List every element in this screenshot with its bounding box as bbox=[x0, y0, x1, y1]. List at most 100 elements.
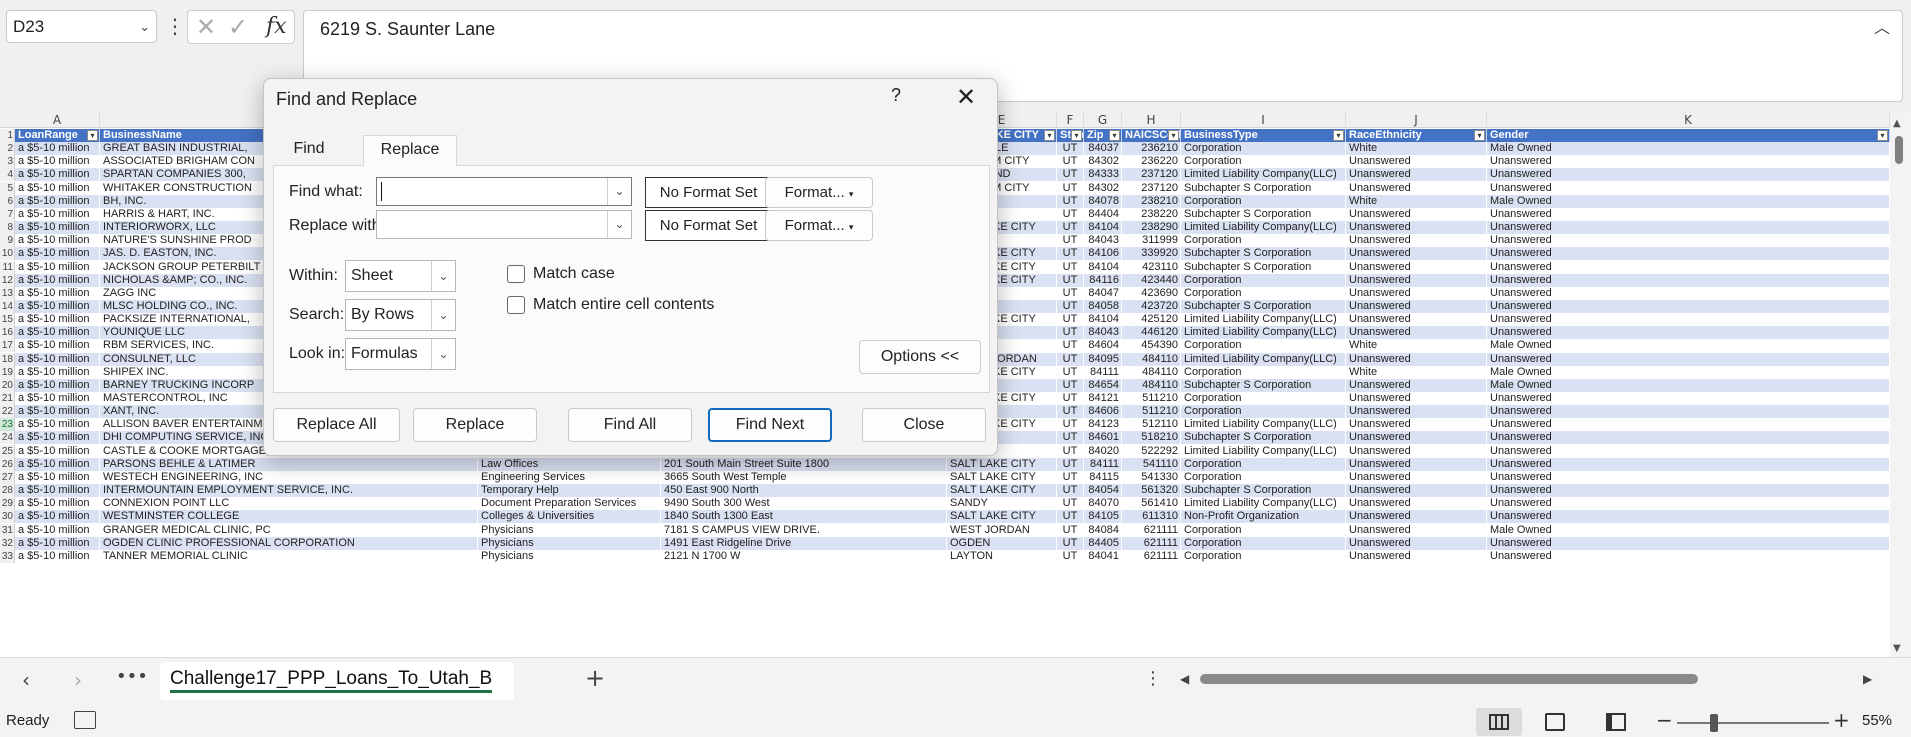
row-number[interactable]: 4 bbox=[0, 168, 15, 182]
cell-j[interactable]: Unanswered bbox=[1346, 352, 1487, 366]
cell-h[interactable]: 454390 bbox=[1122, 339, 1181, 353]
cell-h[interactable]: 238220 bbox=[1122, 207, 1181, 221]
cell-b[interactable]: WESTMINSTER COLLEGE bbox=[100, 510, 478, 524]
cell-k[interactable]: Unanswered bbox=[1487, 247, 1890, 261]
collapse-formula-bar-icon[interactable]: ︿ bbox=[1874, 17, 1890, 41]
cell-f[interactable]: UT bbox=[1057, 155, 1084, 169]
table-row[interactable]: 30 a $5-10 million WESTMINSTER COLLEGE Coll… bbox=[0, 510, 1890, 524]
cell-j[interactable]: Unanswered bbox=[1346, 523, 1487, 537]
cell-k[interactable]: Unanswered bbox=[1487, 431, 1890, 445]
cell-i[interactable]: Corporation bbox=[1181, 365, 1346, 379]
cell-j[interactable]: Unanswered bbox=[1346, 221, 1487, 235]
header-cell-g[interactable]: Zip ▾ bbox=[1084, 129, 1122, 142]
filter-dropdown-icon[interactable]: ▾ bbox=[1071, 130, 1082, 141]
cell-k[interactable]: Unanswered bbox=[1487, 168, 1890, 182]
replace-format-button[interactable]: Format... ▾ bbox=[765, 210, 873, 241]
cell-h[interactable]: 237120 bbox=[1122, 168, 1181, 182]
cell-d[interactable]: 3665 South West Temple bbox=[661, 470, 947, 484]
cell-g[interactable]: 84111 bbox=[1084, 365, 1122, 379]
cell-k[interactable]: Unanswered bbox=[1487, 405, 1890, 419]
cell-i[interactable]: Subchapter S Corporation bbox=[1181, 181, 1346, 195]
cell-k[interactable]: Unanswered bbox=[1487, 207, 1890, 221]
cell-k[interactable]: Unanswered bbox=[1487, 457, 1890, 471]
row-number[interactable]: 6 bbox=[0, 194, 15, 208]
row-number[interactable]: 23 bbox=[0, 418, 15, 432]
cell-g[interactable]: 84302 bbox=[1084, 181, 1122, 195]
cell-f[interactable]: UT bbox=[1057, 352, 1084, 366]
row-number[interactable]: 31 bbox=[0, 523, 15, 537]
cell-g[interactable]: 84037 bbox=[1084, 142, 1122, 156]
cell-b[interactable]: OGDEN CLINIC PROFESSIONAL CORPORATION bbox=[100, 536, 478, 550]
close-button[interactable]: Close bbox=[862, 408, 986, 442]
cell-a[interactable]: a $5-10 million bbox=[15, 484, 100, 498]
cell-f[interactable]: UT bbox=[1057, 378, 1084, 392]
cell-j[interactable]: Unanswered bbox=[1346, 444, 1487, 458]
cell-a[interactable]: a $5-10 million bbox=[15, 365, 100, 379]
cell-j[interactable]: Unanswered bbox=[1346, 418, 1487, 432]
cell-g[interactable]: 84104 bbox=[1084, 260, 1122, 274]
cell-k[interactable]: Unanswered bbox=[1487, 326, 1890, 340]
cell-j[interactable]: Unanswered bbox=[1346, 260, 1487, 274]
cell-h[interactable]: 423110 bbox=[1122, 260, 1181, 274]
find-what-input[interactable]: ⌄ bbox=[376, 177, 632, 206]
accessibility-icon[interactable] bbox=[74, 711, 96, 729]
cell-i[interactable]: Corporation bbox=[1181, 234, 1346, 248]
cell-i[interactable]: Subchapter S Corporation bbox=[1181, 431, 1346, 445]
cell-f[interactable]: UT bbox=[1057, 181, 1084, 195]
cell-g[interactable]: 84105 bbox=[1084, 510, 1122, 524]
cell-k[interactable]: Unanswered bbox=[1487, 510, 1890, 524]
table-row[interactable]: 28 a $5-10 million INTERMOUNTAIN EMPLOYMEN… bbox=[0, 484, 1890, 498]
cell-i[interactable]: Corporation bbox=[1181, 523, 1346, 537]
cell-j[interactable]: Unanswered bbox=[1346, 299, 1487, 313]
cell-h[interactable]: 236210 bbox=[1122, 142, 1181, 156]
cell-c[interactable]: Document Preparation Services bbox=[478, 497, 661, 511]
cell-f[interactable]: UT bbox=[1057, 313, 1084, 327]
cell-c[interactable]: Physicians bbox=[478, 536, 661, 550]
cell-a[interactable]: a $5-10 million bbox=[15, 444, 100, 458]
cell-k[interactable]: Unanswered bbox=[1487, 352, 1890, 366]
cell-i[interactable]: Limited Liability Company(LLC) bbox=[1181, 418, 1346, 432]
column-header-i[interactable]: I bbox=[1181, 112, 1346, 128]
insert-function-icon[interactable]: fx bbox=[266, 13, 287, 41]
cell-e[interactable]: WEST JORDAN bbox=[947, 523, 1057, 537]
cell-c[interactable]: Law Offices bbox=[478, 457, 661, 471]
cell-j[interactable]: Unanswered bbox=[1346, 286, 1487, 300]
cell-h[interactable]: 237120 bbox=[1122, 181, 1181, 195]
horizontal-scroll-thumb[interactable] bbox=[1200, 674, 1698, 684]
chevron-down-icon[interactable]: ⌄ bbox=[431, 261, 455, 291]
help-icon[interactable]: ? bbox=[884, 85, 908, 113]
cell-a[interactable]: a $5-10 million bbox=[15, 497, 100, 511]
row-number[interactable]: 17 bbox=[0, 339, 15, 353]
column-header-f[interactable]: F bbox=[1057, 112, 1084, 128]
options-button[interactable]: Options << bbox=[859, 340, 981, 374]
cell-g[interactable]: 84654 bbox=[1084, 378, 1122, 392]
cell-c[interactable]: Temporary Help bbox=[478, 484, 661, 498]
cell-f[interactable]: UT bbox=[1057, 510, 1084, 524]
cell-f[interactable]: UT bbox=[1057, 339, 1084, 353]
normal-view-button[interactable] bbox=[1476, 708, 1522, 736]
cell-g[interactable]: 84302 bbox=[1084, 155, 1122, 169]
cell-k[interactable]: Unanswered bbox=[1487, 273, 1890, 287]
cell-a[interactable]: a $5-10 million bbox=[15, 207, 100, 221]
cell-k[interactable]: Unanswered bbox=[1487, 392, 1890, 405]
cell-g[interactable]: 84601 bbox=[1084, 431, 1122, 445]
cell-a[interactable]: a $5-10 million bbox=[15, 247, 100, 261]
row-number[interactable]: 13 bbox=[0, 286, 15, 300]
hscroll-right-icon[interactable]: ▶ bbox=[1863, 672, 1872, 686]
cell-h[interactable]: 484110 bbox=[1122, 352, 1181, 366]
cell-j[interactable]: Unanswered bbox=[1346, 392, 1487, 405]
cell-g[interactable]: 84058 bbox=[1084, 299, 1122, 313]
cell-a[interactable]: a $5-10 million bbox=[15, 510, 100, 524]
cell-h[interactable]: 621111 bbox=[1122, 549, 1181, 563]
cell-j[interactable]: Unanswered bbox=[1346, 549, 1487, 563]
cell-j[interactable]: White bbox=[1346, 194, 1487, 208]
cell-f[interactable]: UT bbox=[1057, 365, 1084, 379]
cell-g[interactable]: 84404 bbox=[1084, 207, 1122, 221]
cell-j[interactable]: Unanswered bbox=[1346, 378, 1487, 392]
cell-a[interactable]: a $5-10 million bbox=[15, 352, 100, 366]
row-number[interactable]: 32 bbox=[0, 536, 15, 550]
cell-d[interactable]: 2121 N 1700 W bbox=[661, 549, 947, 563]
cell-i[interactable]: Corporation bbox=[1181, 286, 1346, 300]
cell-f[interactable]: UT bbox=[1057, 207, 1084, 221]
enter-icon[interactable]: ✓ bbox=[228, 13, 248, 41]
